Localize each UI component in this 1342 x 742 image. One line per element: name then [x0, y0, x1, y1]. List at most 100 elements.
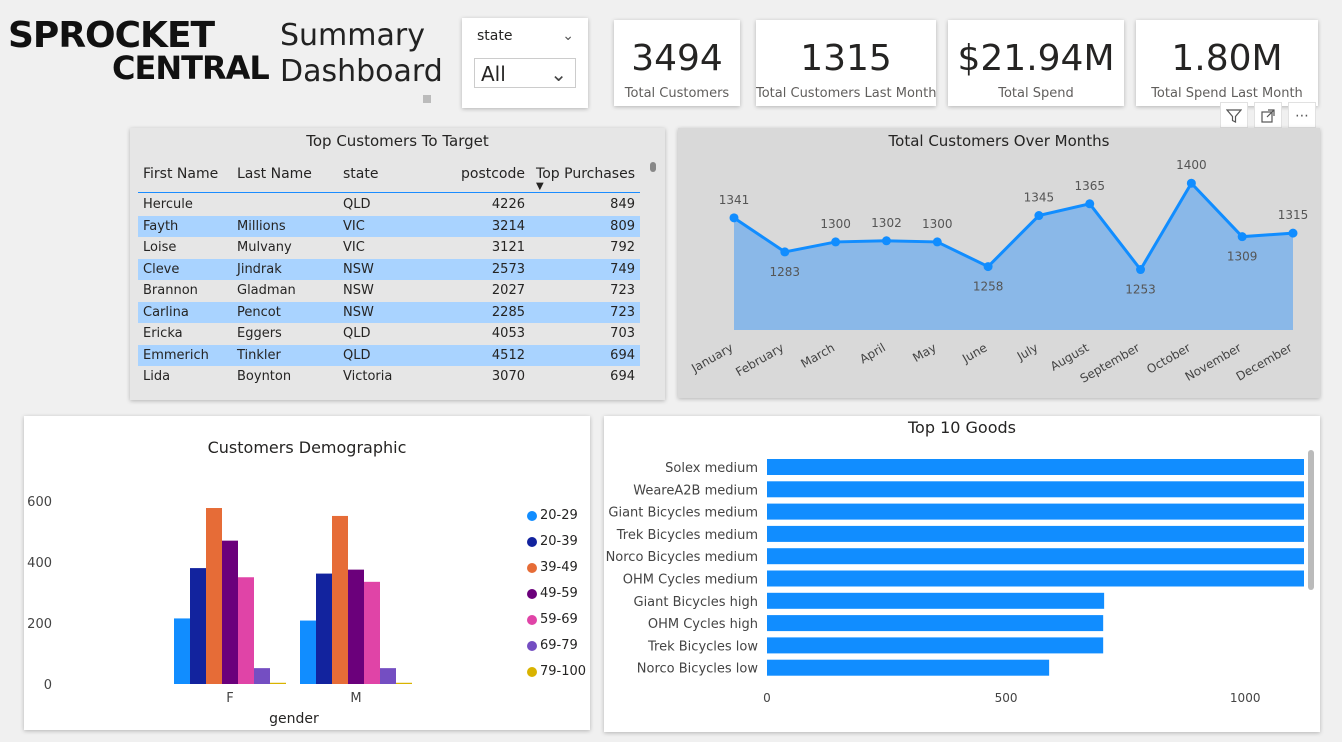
state-slicer[interactable]: state ⌄ All ⌄	[462, 18, 588, 108]
bar	[364, 581, 380, 684]
column-header[interactable]: postcode	[461, 166, 525, 182]
customers-over-months-chart: Total Customers Over Months 1341 1283 1300…	[678, 128, 1320, 398]
page-title: Summary Dashboard	[280, 18, 443, 90]
table-cell: NSW	[343, 304, 374, 320]
chart-scrollbar[interactable]	[1308, 450, 1314, 590]
data-point	[780, 247, 790, 257]
data-label: 1309	[1227, 250, 1258, 264]
y-tick-label: 0	[44, 678, 52, 693]
table-cell: Jindrak	[237, 261, 282, 277]
table-cell: Millions	[237, 218, 286, 234]
x-tick-label: April	[857, 340, 888, 366]
column-header[interactable]: First Name	[143, 166, 218, 182]
data-point	[1085, 199, 1095, 209]
kpi-total-spend-last-month[interactable]: 1.80M Total Spend Last Month	[1136, 20, 1318, 106]
page-title-line1: Summary	[280, 18, 425, 53]
table-row[interactable]: Carlina Pencot NSW 2285 723	[138, 301, 640, 323]
y-tick-label: Solex medium	[665, 461, 758, 476]
customers-demographic-chart: Customers Demographic 0 200 400 600 F Mgender…	[24, 416, 590, 730]
x-tick-label: F	[226, 691, 233, 706]
table-row[interactable]: Ericka Eggers QLD 4053 703	[138, 323, 640, 345]
table-scrollbar[interactable]	[649, 160, 657, 394]
table-title: Top Customers To Target	[306, 132, 489, 150]
table-row[interactable]: Brannon Gladman NSW 2027 723	[138, 280, 640, 302]
table-row[interactable]: Lida Boynton Victoria 3070 694	[138, 366, 640, 388]
column-header[interactable]: state	[343, 166, 378, 182]
table-header: First Name Last Name state postcode Top …	[138, 164, 640, 193]
x-tick-label: March	[798, 340, 837, 370]
table-cell: QLD	[343, 197, 371, 212]
x-tick-label: July	[1014, 340, 1041, 363]
data-point	[729, 213, 739, 223]
table-cell: 703	[610, 326, 635, 341]
table-cell: Loise	[143, 240, 177, 255]
table-row[interactable]: Cleve Jindrak NSW 2573 749	[138, 258, 640, 280]
legend-label: 49-59	[540, 586, 578, 601]
bar	[767, 659, 1050, 676]
legend-marker	[527, 641, 537, 651]
bar	[348, 569, 364, 684]
table-row[interactable]: Emmerich Tinkler QLD 4512 694	[138, 344, 640, 366]
table-cell: 723	[610, 283, 635, 298]
data-label: 1400	[1176, 158, 1207, 172]
x-tick-label: 0	[763, 691, 771, 705]
data-label: 1258	[973, 280, 1004, 294]
table-cell: 4053	[491, 326, 525, 341]
filter-icon[interactable]	[1220, 102, 1248, 128]
bar	[380, 668, 396, 684]
kpi-total-customers[interactable]: 3494 Total Customers	[614, 20, 740, 106]
y-tick-label: 600	[27, 495, 52, 510]
table-cell: QLD	[343, 326, 371, 341]
legend-marker	[527, 589, 537, 599]
kpi-total-spend[interactable]: $21.94M Total Spend	[948, 20, 1124, 106]
legend-marker	[527, 667, 537, 677]
data-label: 1315	[1278, 208, 1309, 222]
table-cell: Mulvany	[237, 240, 292, 255]
sprocket-central-logo: SPROCKET CENTRAL	[8, 18, 270, 88]
table-row[interactable]: Loise Mulvany VIC 3121 792	[138, 237, 640, 259]
kpi-label: Total Customers	[624, 86, 730, 101]
data-label: 1341	[719, 193, 750, 207]
table-row[interactable]: Fayth Millions VIC 3214 809	[138, 215, 640, 237]
table-row[interactable]: Hercule QLD 4226 849	[138, 194, 640, 216]
bar	[767, 615, 1104, 632]
top-customers-table: Top Customers To Target First Name Last …	[130, 128, 665, 400]
column-header[interactable]: Last Name	[237, 166, 312, 182]
kpi-label: Total Spend Last Month	[1151, 86, 1303, 101]
table-cell: QLD	[343, 347, 371, 363]
column-header[interactable]: Top Purchases	[536, 166, 635, 182]
data-point	[1186, 178, 1196, 188]
table-cell: Brannon	[143, 283, 198, 298]
column-chart-svg: 0 200 400 600 F Mgender	[27, 495, 412, 727]
state-dropdown[interactable]: All ⌄	[474, 58, 576, 88]
scrollbar-thumb[interactable]	[650, 162, 656, 172]
focus-mode-icon[interactable]	[1254, 102, 1282, 128]
kpi-total-customers-last-month[interactable]: 1315 Total Customers Last Month	[756, 20, 937, 106]
sort-descending-icon[interactable]: ▼	[536, 181, 544, 192]
table-cell: Lida	[143, 369, 171, 384]
table-cell: 3070	[491, 369, 525, 384]
kpi-value: 3494	[631, 38, 723, 79]
chevron-down-icon[interactable]: ⌄	[550, 59, 567, 89]
y-tick-label: WeareA2B medium	[633, 483, 758, 498]
resize-handle[interactable]	[423, 95, 431, 103]
legend-label: 69-79	[540, 638, 578, 653]
data-point	[1237, 232, 1247, 242]
legend-label: 39-49	[540, 560, 578, 575]
kpi-label: Total Spend	[998, 86, 1074, 101]
legend-label: 20-39	[540, 534, 578, 549]
data-label: 1253	[1125, 283, 1156, 297]
legend-label: 79-100	[540, 664, 587, 679]
kpi-label: Total Customers Last Month	[756, 86, 937, 101]
legend-label: 59-69	[540, 612, 578, 627]
table-cell: 694	[610, 369, 635, 384]
more-options-icon[interactable]: ⋯	[1288, 102, 1316, 128]
chevron-down-icon[interactable]: ⌄	[562, 28, 574, 44]
y-tick-label: Giant Bicycles high	[634, 595, 759, 610]
table-cell: 2573	[491, 261, 525, 277]
table-cell: Ericka	[143, 326, 183, 341]
page-title-line2: Dashboard	[280, 54, 443, 89]
bar	[396, 682, 412, 684]
x-axis-title: gender	[269, 711, 319, 727]
data-point	[1136, 265, 1146, 275]
